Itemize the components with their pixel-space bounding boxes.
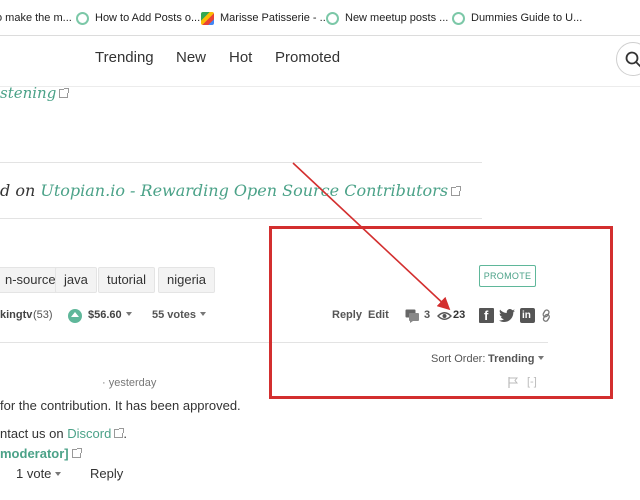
annotation-arrow <box>292 162 451 311</box>
